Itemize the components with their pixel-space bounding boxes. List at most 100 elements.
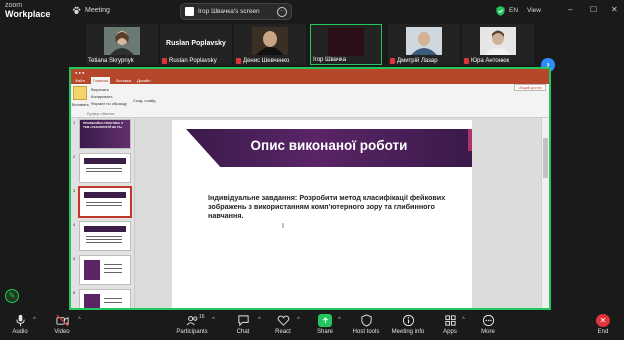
slide-thumbnail[interactable] (79, 255, 131, 285)
top-bar: zoom Workplace Meeting Ігор Швачка's scr… (0, 0, 624, 22)
ppt-tab[interactable]: Файл (75, 77, 85, 84)
participant-display-name: Ruslan Poplavsky (166, 40, 226, 47)
participant-name: Ігор Швачка (313, 57, 347, 63)
ribbon-item[interactable]: Вырезать (91, 87, 109, 92)
audio-label: Audio (12, 329, 28, 335)
react-label: React (275, 329, 291, 335)
shield-check-icon[interactable] (496, 6, 505, 16)
more-button[interactable]: More (468, 314, 508, 335)
mic-muted-icon (162, 58, 167, 64)
apps-icon (444, 315, 456, 326)
ppt-title-bar: ● ● ● (71, 69, 549, 77)
annotate-pencil-icon[interactable]: ✎ (5, 289, 19, 303)
thumb-number: 4 (73, 222, 76, 227)
meeting-info-button[interactable]: Meeting info (388, 314, 428, 335)
ribbon-group-label: Буфер обмена (87, 111, 115, 116)
participant-photo (480, 27, 516, 55)
language-button[interactable]: EN (509, 7, 518, 14)
meeting-menu[interactable]: Meeting (72, 6, 110, 15)
apps-label: Apps (443, 329, 457, 335)
screen-share-indicator[interactable]: Ігор Швачка's screen ··· (180, 3, 292, 20)
current-slide[interactable]: Опис виконаної роботи Індивідуальне завд… (172, 120, 472, 308)
participants-count: 15 (199, 314, 205, 320)
scrollbar-thumb[interactable] (543, 138, 548, 178)
participant-video-strip: Tetiana Skrypnyk Ruslan Poplavsky Ruslan… (0, 22, 624, 72)
meeting-toolbar: Audio ^ Video ^ Participants 15 ^ Chat ^… (0, 312, 624, 340)
react-options-chevron-icon[interactable]: ^ (297, 317, 300, 323)
ribbon-item[interactable]: Вставить (72, 102, 89, 107)
participant-photo (328, 28, 364, 56)
meeting-info-label: Meeting info (391, 329, 425, 335)
minimize-icon[interactable]: – (568, 5, 572, 14)
chat-button[interactable]: Chat (223, 314, 263, 335)
more-label: More (481, 329, 495, 335)
apps-options-chevron-icon[interactable]: ^ (462, 317, 465, 323)
thumb-number: 2 (73, 154, 76, 159)
screen-icon (185, 7, 194, 16)
maximize-icon[interactable]: ☐ (590, 5, 597, 14)
share-indicator-label: Ігор Швачка's screen (198, 8, 260, 15)
share-screen-icon (318, 314, 332, 327)
participant-tile[interactable]: Дмитрій Лазар (388, 24, 460, 65)
text-cursor-icon: I (282, 223, 284, 230)
share-options-chevron-icon[interactable]: ^ (338, 317, 341, 323)
slide-canvas: Опис виконаної роботи Індивідуальне завд… (135, 118, 549, 308)
audio-options-chevron-icon[interactable]: ^ (33, 317, 36, 323)
video-button[interactable]: Video (42, 314, 82, 335)
host-tools-label: Host tools (352, 329, 380, 335)
participant-tile[interactable]: Ruslan Poplavsky Ruslan Poplavsky (160, 24, 232, 65)
participants-button[interactable]: Participants (172, 314, 212, 335)
thumb-number: 3 (73, 188, 76, 193)
chat-label: Chat (236, 329, 250, 335)
participant-tile[interactable]: Юра Антонюк (462, 24, 534, 65)
participant-photo (104, 27, 140, 55)
more-dots-icon (482, 314, 494, 327)
end-button[interactable]: ✕ End (583, 314, 623, 335)
participant-name: Денис Шевченко (236, 58, 289, 64)
more-options-icon[interactable]: ··· (277, 6, 287, 17)
ppt-tab[interactable]: Вставка (116, 77, 131, 84)
microphone-icon (15, 314, 25, 327)
view-button[interactable]: View (527, 7, 541, 14)
slide-thumbnail-selected[interactable] (78, 186, 132, 218)
slide-thumbnail[interactable]: ПРОФЕСІЙНА ПРАКТИКА З ТЕМ «ТЕХНОЛОГІЙ ШІ… (79, 119, 131, 149)
participant-name: Ruslan Poplavsky (162, 58, 217, 64)
heart-icon (277, 315, 289, 326)
slide-thumbnail[interactable] (79, 153, 131, 183)
ppt-share-button[interactable]: Общий доступ (514, 84, 546, 91)
slide-body-text: Індивідуальне завдання: Розробити метод … (208, 193, 446, 220)
chat-options-chevron-icon[interactable]: ^ (258, 317, 261, 323)
slide-thumbnail[interactable] (79, 289, 131, 308)
participant-photo (252, 27, 288, 55)
slide-thumbnail[interactable] (79, 221, 131, 251)
ppt-tab-selected[interactable]: Главная (90, 77, 111, 84)
participant-name: Tetiana Skrypnyk (88, 58, 134, 64)
info-icon (402, 314, 414, 327)
paste-icon[interactable] (73, 86, 87, 100)
close-icon[interactable]: ✕ (611, 5, 618, 14)
thumb-number: 5 (73, 256, 76, 261)
paw-icon (72, 6, 81, 15)
share-label: Share (316, 329, 333, 335)
participant-tile[interactable]: Tetiana Skrypnyk (86, 24, 158, 65)
participant-name: Юра Антонюк (464, 58, 509, 64)
ppt-tab[interactable]: Дизайн (137, 77, 150, 84)
video-options-chevron-icon[interactable]: ^ (78, 317, 81, 323)
host-tools-button[interactable]: Host tools (346, 314, 386, 335)
thumb-title: ПРОФЕСІЙНА ПРАКТИКА З ТЕМ «ТЕХНОЛОГІЙ ШІ… (83, 121, 124, 129)
ppt-ribbon: Вставить Вырезать Копировать Формат по о… (71, 84, 549, 118)
participant-name: Дмитрій Лазар (390, 58, 438, 64)
participants-icon (186, 316, 197, 326)
chat-icon (237, 315, 249, 327)
participants-options-chevron-icon[interactable]: ^ (212, 317, 215, 323)
slide-title: Опис виконаної роботи (250, 138, 408, 153)
ribbon-item[interactable]: Копировать (91, 94, 113, 99)
vertical-scrollbar[interactable] (541, 118, 549, 308)
ppt-quick-access-icon: ● ● ● (75, 70, 85, 75)
ribbon-item[interactable]: Формат по образцу (91, 101, 127, 106)
video-label: Video (54, 329, 70, 335)
participant-tile-active-speaker[interactable]: Ігор Швачка (310, 24, 382, 65)
ribbon-item[interactable]: Созд. слайд (133, 98, 156, 103)
participants-label: Participants (176, 329, 208, 335)
participant-tile[interactable]: Денис Шевченко (234, 24, 306, 65)
